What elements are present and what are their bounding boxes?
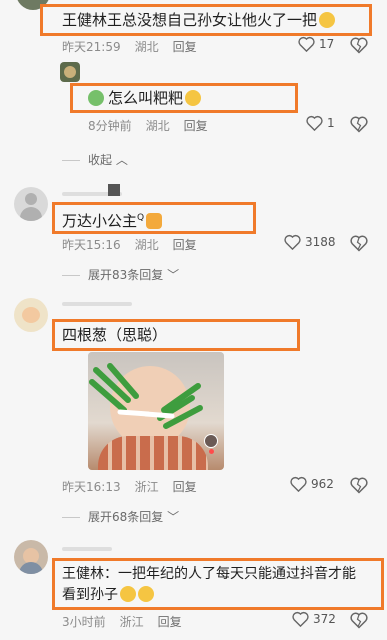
avatar[interactable]	[14, 540, 48, 574]
user-avatar-badge-icon	[204, 434, 218, 448]
reply-location: 湖北	[145, 119, 170, 133]
expand-replies-button[interactable]: 展开68条回复 ﹀	[62, 508, 179, 525]
like-button[interactable]: 962	[290, 476, 334, 492]
like-count: 372	[313, 612, 336, 626]
laugh-cry-emoji-icon	[319, 12, 336, 28]
chevron-up-icon: ︿	[115, 153, 128, 167]
heart-broken-icon[interactable]	[350, 611, 368, 629]
heart-broken-icon[interactable]	[350, 234, 368, 252]
crying-emoji-icon	[138, 586, 154, 602]
comment-time: 昨天16:13	[62, 480, 121, 494]
reply-text: 怎么叫粑粑	[88, 88, 202, 108]
comment-meta: 昨天21:59 湖北 回复	[62, 38, 211, 55]
reply-time: 8分钟前	[88, 119, 132, 133]
like-button[interactable]: 1	[306, 115, 335, 131]
comment-meta: 3小时前 浙江 回复	[62, 613, 196, 630]
comment-author-name	[62, 302, 132, 306]
reply-avatar[interactable]	[60, 62, 80, 82]
comment-author-name	[62, 547, 112, 551]
reply-button[interactable]: 回复	[173, 40, 197, 54]
comment-text: 万达小公主Q	[62, 208, 163, 231]
like-button[interactable]: 17	[298, 36, 334, 52]
heart-broken-icon[interactable]	[350, 476, 368, 494]
like-count: 1	[327, 116, 335, 130]
chevron-down-icon: ﹀	[167, 268, 180, 282]
heart-outline-icon	[290, 476, 307, 492]
reply-meta: 8分钟前 湖北 回复	[88, 117, 222, 134]
green-onion-sticker-icon	[89, 363, 203, 429]
frog-emoji-icon	[88, 90, 104, 106]
reply-button[interactable]: 回复	[184, 119, 208, 133]
like-count: 17	[319, 37, 335, 51]
thumbs-up-emoji-icon	[146, 213, 163, 229]
comment-image[interactable]	[88, 352, 224, 470]
comment-text-line-1: 王健林：一把年纪的人了每天只能通过抖音才能	[62, 566, 356, 582]
like-count: 962	[311, 477, 334, 491]
laugh-cry-emoji-icon	[185, 90, 202, 106]
comment-text-line-2: 看到孙子	[62, 585, 154, 605]
avatar[interactable]	[14, 187, 48, 221]
comment-text: 王健林王总没想自己孙女让他火了一把	[62, 10, 336, 30]
heart-outline-icon	[298, 36, 315, 52]
chevron-down-icon: ﹀	[167, 510, 180, 524]
heart-broken-icon[interactable]	[350, 36, 368, 54]
like-count: 3188	[305, 235, 336, 249]
reply-button[interactable]: 回复	[173, 480, 197, 494]
reply-button[interactable]: 回复	[173, 238, 197, 252]
heart-outline-icon	[284, 234, 301, 250]
comment-time: 昨天15:16	[62, 238, 121, 252]
like-button[interactable]: 372	[292, 611, 336, 627]
comment-time: 3小时前	[62, 615, 106, 629]
comment-location: 湖北	[134, 40, 159, 54]
heart-broken-icon[interactable]	[350, 115, 368, 133]
comment-meta: 昨天16:13 浙江 回复	[62, 478, 211, 495]
expand-replies-button[interactable]: 展开83条回复 ﹀	[62, 266, 179, 283]
crying-emoji-icon	[120, 586, 136, 602]
avatar[interactable]	[14, 298, 48, 332]
collapse-replies-button[interactable]: 收起 ︿	[62, 151, 128, 168]
comment-time: 昨天21:59	[62, 40, 121, 54]
comment-location: 浙江	[119, 615, 144, 629]
reply-button[interactable]: 回复	[158, 615, 182, 629]
like-button[interactable]: 3188	[284, 234, 336, 250]
author-badge-icon	[108, 184, 120, 196]
heart-outline-icon	[292, 611, 309, 627]
comment-text: 四根葱（思聪）	[62, 326, 168, 344]
heart-outline-icon	[306, 115, 323, 131]
comment-location: 湖北	[134, 238, 159, 252]
comment-meta: 昨天15:16 湖北 回复	[62, 236, 211, 253]
comment-location: 浙江	[134, 480, 159, 494]
